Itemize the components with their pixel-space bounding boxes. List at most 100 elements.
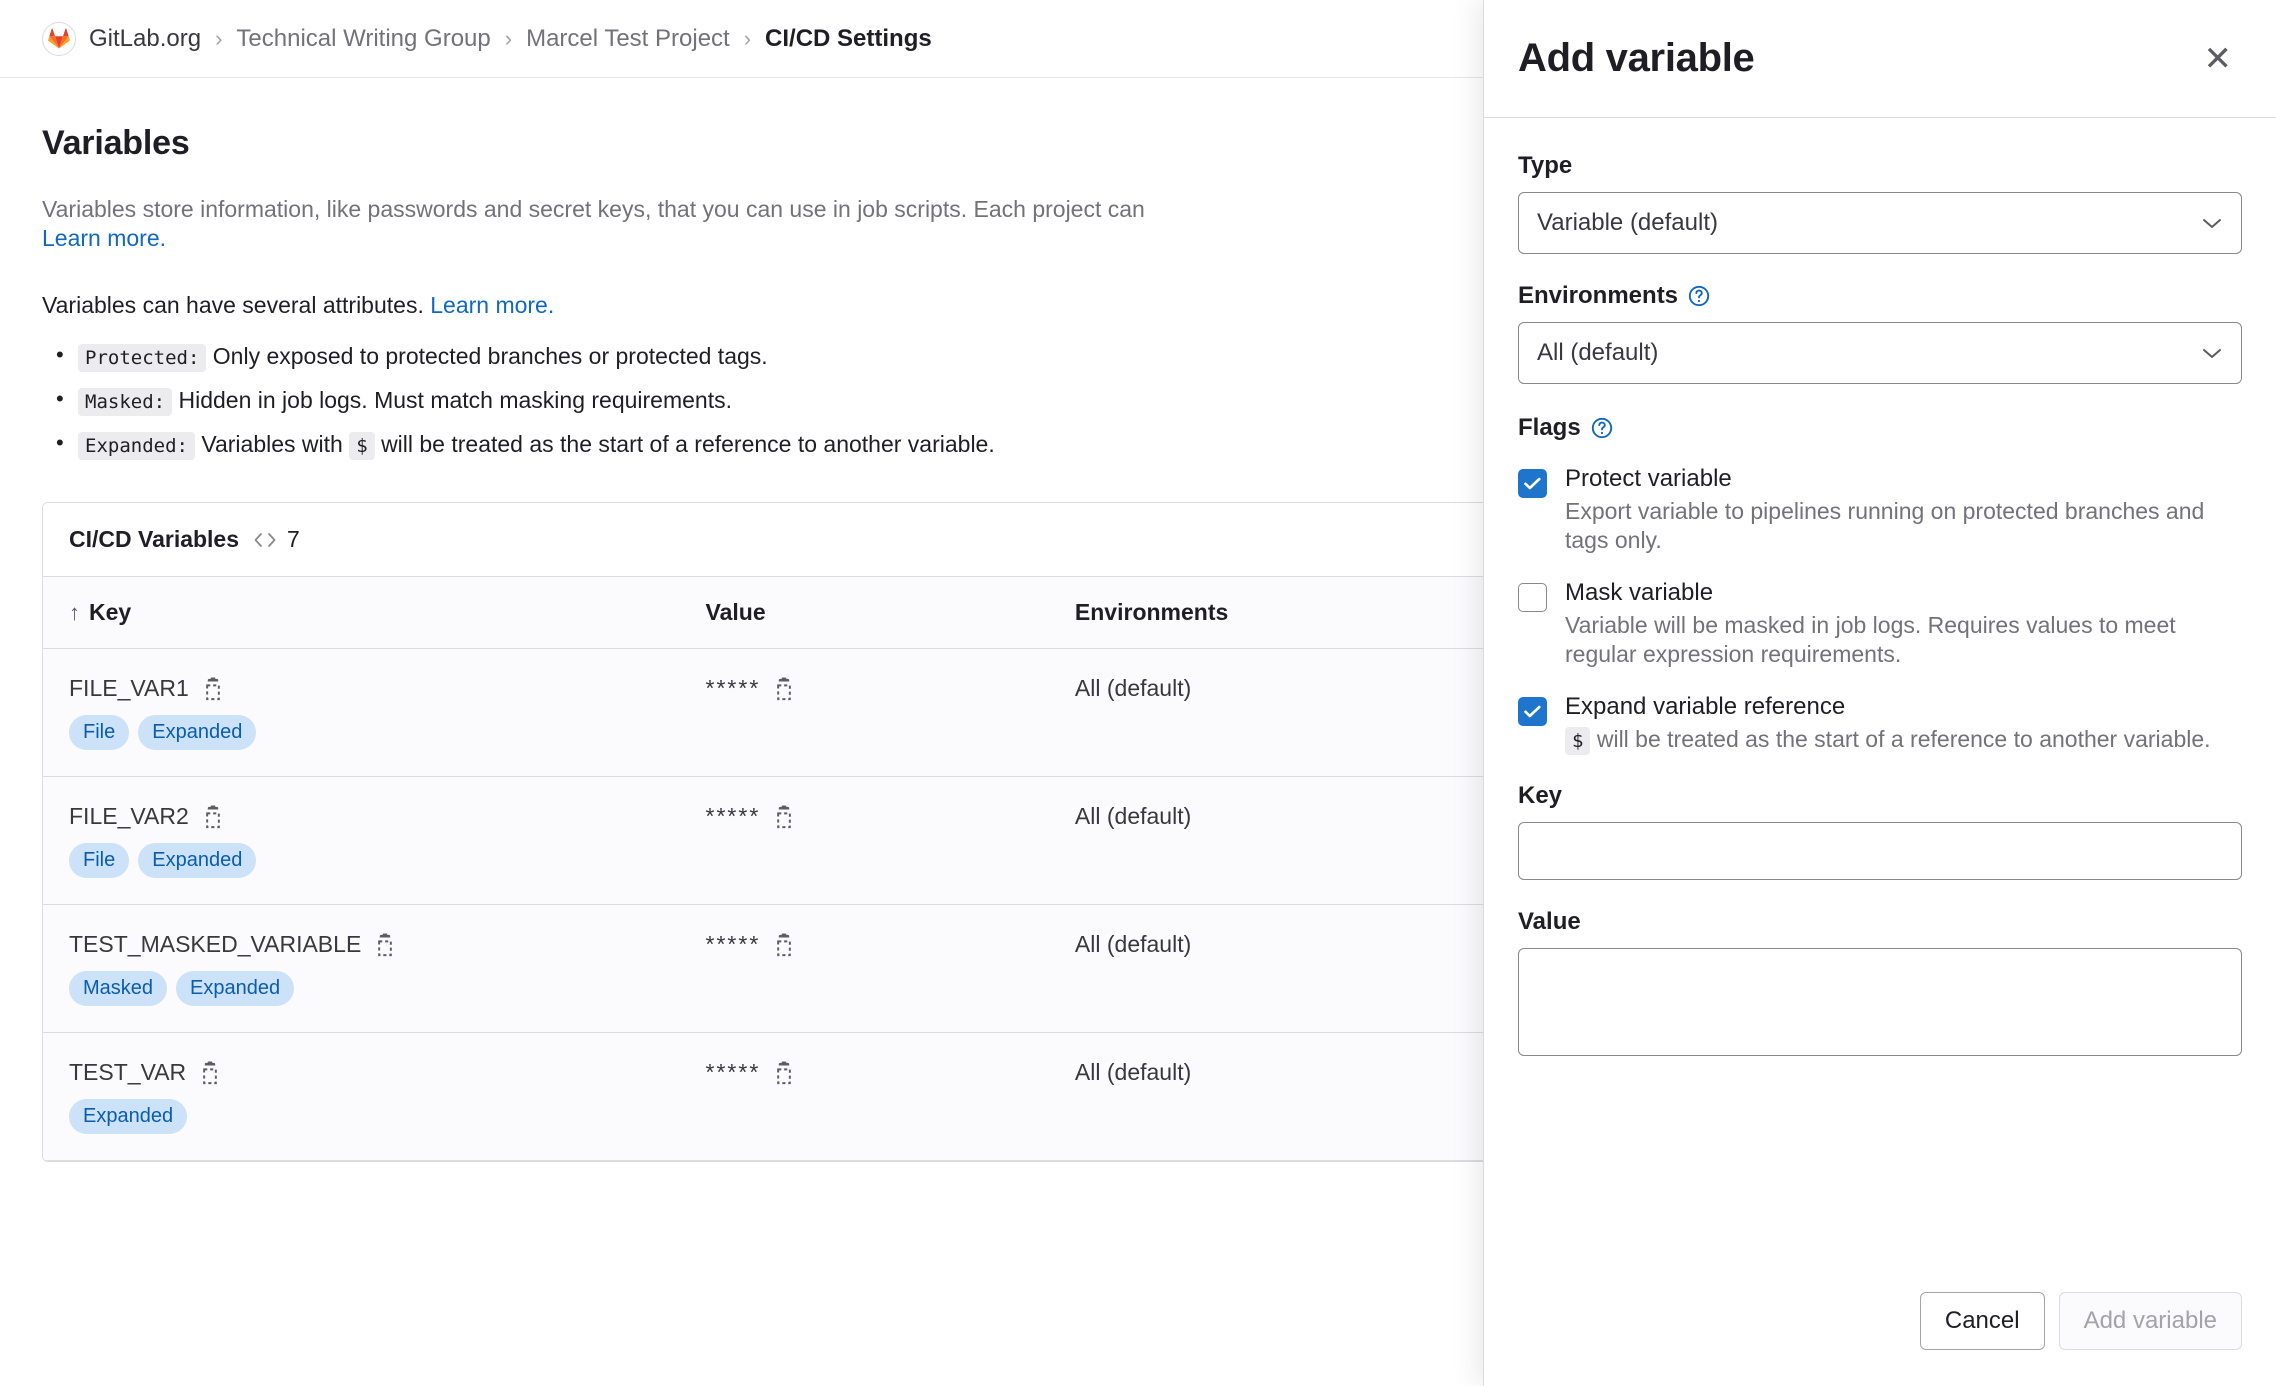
column-header-value: Value bbox=[679, 577, 1049, 650]
expanded-description-post: will be treated as the start of a refere… bbox=[381, 430, 995, 457]
variables-intro-learn-more-link[interactable]: Learn more. bbox=[42, 225, 166, 251]
variable-environment: All (default) bbox=[1074, 675, 1192, 702]
mask-variable-checkbox[interactable] bbox=[1518, 582, 1547, 612]
cell-environment: All (default) bbox=[1048, 904, 1527, 1034]
mask-variable-label: Mask variable bbox=[1565, 578, 1714, 606]
masked-description: Hidden in job logs. Must match masking r… bbox=[178, 386, 732, 413]
breadcrumb-separator: › bbox=[215, 25, 223, 51]
cell-key: FILE_VAR2 File Expanded bbox=[43, 776, 680, 906]
help-circle-icon[interactable] bbox=[1590, 416, 1614, 440]
copy-value-icon[interactable] bbox=[772, 932, 796, 958]
cicd-variables-title: CI/CD Variables bbox=[69, 526, 240, 553]
expand-variable-reference-description: $ will be treated as the start of a refe… bbox=[1565, 725, 2211, 755]
breadcrumb-item-technical-writing-group[interactable]: Technical Writing Group bbox=[236, 25, 490, 53]
breadcrumb-item-cicd-settings: CI/CD Settings bbox=[765, 24, 932, 52]
variables-intro: Variables store information, like passwo… bbox=[42, 195, 1522, 254]
cell-environment: All (default) bbox=[1048, 648, 1527, 778]
drawer-body: Type Variable (default) Environments All… bbox=[1484, 118, 2276, 1266]
add-variable-drawer: Add variable ✕ Type Variable (default) E… bbox=[1483, 0, 2276, 1386]
key-label: Key bbox=[1518, 782, 2242, 810]
sort-ascending-icon: ↑ bbox=[69, 600, 80, 626]
column-header-environments: Environments bbox=[1048, 577, 1527, 650]
copy-value-icon[interactable] bbox=[772, 1060, 796, 1086]
badge-masked: Masked bbox=[69, 971, 168, 1007]
badge-file: File bbox=[69, 715, 130, 751]
breadcrumb-item-marcel-test-project[interactable]: Marcel Test Project bbox=[526, 25, 730, 53]
app-root: GitLab.org › Technical Writing Group › M… bbox=[0, 0, 2276, 1386]
cell-value: ***** bbox=[679, 1032, 1049, 1162]
protected-code-chip: Protected: bbox=[78, 343, 207, 372]
copy-key-icon[interactable] bbox=[198, 1060, 222, 1086]
flag-expand-variable-reference[interactable]: Expand variable reference $ will be trea… bbox=[1518, 692, 2242, 755]
variable-badges: Masked Expanded bbox=[69, 971, 680, 1007]
drawer-footer: Cancel Add variable bbox=[1484, 1266, 2276, 1386]
value-textarea[interactable] bbox=[1518, 948, 2242, 1057]
chevron-down-icon bbox=[2201, 216, 2223, 230]
copy-key-icon[interactable] bbox=[201, 676, 225, 702]
badge-expanded: Expanded bbox=[69, 1099, 188, 1135]
badge-expanded: Expanded bbox=[138, 843, 257, 879]
flags-section: Flags Protect variable Export variable t… bbox=[1518, 414, 2242, 755]
cell-environment: All (default) bbox=[1048, 776, 1527, 906]
expand-variable-reference-checkbox[interactable] bbox=[1518, 696, 1547, 726]
variable-key: TEST_VAR bbox=[69, 1059, 187, 1086]
type-label-text: Type bbox=[1518, 152, 1573, 179]
variable-badges: File Expanded bbox=[69, 715, 680, 751]
cell-key: TEST_MASKED_VARIABLE Masked Expanded bbox=[43, 904, 680, 1034]
column-header-key[interactable]: ↑ Key bbox=[43, 577, 680, 650]
drawer-title: Add variable bbox=[1518, 36, 1755, 80]
protect-variable-description: Export variable to pipelines running on … bbox=[1565, 498, 2205, 554]
gitlab-logo-icon bbox=[42, 21, 76, 56]
environments-label-text: Environments bbox=[1518, 282, 1679, 309]
type-label: Type bbox=[1518, 152, 2242, 180]
variable-environment: All (default) bbox=[1074, 803, 1192, 830]
variable-value-masked: ***** bbox=[705, 803, 761, 830]
cicd-variables-count: 7 bbox=[287, 526, 300, 553]
type-select[interactable]: Variable (default) bbox=[1518, 192, 2242, 254]
copy-key-icon[interactable] bbox=[373, 932, 397, 958]
dollar-code-chip: $ bbox=[1565, 726, 1591, 755]
expand-variable-reference-label: Expand variable reference bbox=[1565, 692, 1846, 720]
variables-intro-text: Variables store information, like passwo… bbox=[42, 196, 1145, 222]
flag-protect-variable[interactable]: Protect variable Export variable to pipe… bbox=[1518, 464, 2242, 556]
variable-environment: All (default) bbox=[1074, 1059, 1192, 1086]
value-label: Value bbox=[1518, 908, 2242, 936]
breadcrumb-item-gitlab-org[interactable]: GitLab.org bbox=[89, 25, 201, 53]
variable-key: TEST_MASKED_VARIABLE bbox=[69, 931, 362, 958]
key-input[interactable] bbox=[1518, 822, 2242, 881]
environments-label: Environments bbox=[1518, 282, 2242, 310]
expanded-code-chip: Expanded: bbox=[78, 431, 195, 460]
key-label-text: Key bbox=[1518, 782, 1563, 810]
variable-value-masked: ***** bbox=[705, 675, 761, 702]
flags-label-text: Flags bbox=[1518, 414, 1581, 441]
help-circle-icon[interactable] bbox=[1687, 284, 1711, 308]
mask-variable-description: Variable will be masked in job logs. Req… bbox=[1565, 611, 2176, 668]
variables-attributes-learn-more-link[interactable]: Learn more. bbox=[430, 292, 554, 318]
badge-expanded: Expanded bbox=[176, 971, 295, 1007]
environments-select[interactable]: All (default) bbox=[1518, 322, 2242, 384]
cancel-button[interactable]: Cancel bbox=[1919, 1292, 2045, 1350]
flag-mask-variable[interactable]: Mask variable Variable will be masked in… bbox=[1518, 578, 2242, 670]
expand-variable-reference-description-text: will be treated as the start of a refere… bbox=[1596, 725, 2211, 752]
variable-key: FILE_VAR1 bbox=[69, 675, 189, 702]
value-label-text: Value bbox=[1518, 908, 1581, 936]
close-icon[interactable]: ✕ bbox=[2194, 36, 2243, 82]
protected-description: Only exposed to protected branches or pr… bbox=[212, 342, 768, 369]
drawer-header: Add variable ✕ bbox=[1484, 0, 2276, 118]
chevron-down-icon bbox=[2201, 346, 2223, 360]
cell-environment: All (default) bbox=[1048, 1032, 1527, 1162]
copy-value-icon[interactable] bbox=[772, 676, 796, 702]
protect-variable-checkbox[interactable] bbox=[1518, 469, 1547, 498]
add-variable-button[interactable]: Add variable bbox=[2058, 1292, 2242, 1350]
variable-badges: File Expanded bbox=[69, 843, 680, 879]
variable-key: FILE_VAR2 bbox=[69, 803, 189, 830]
cell-key: TEST_VAR Expanded bbox=[43, 1032, 680, 1162]
copy-value-icon[interactable] bbox=[772, 804, 796, 830]
flags-label: Flags bbox=[1518, 414, 2242, 442]
cell-value: ***** bbox=[679, 776, 1049, 906]
variable-environment: All (default) bbox=[1074, 931, 1192, 958]
code-brackets-icon bbox=[253, 530, 277, 550]
copy-key-icon[interactable] bbox=[201, 804, 225, 830]
protect-variable-label: Protect variable bbox=[1565, 465, 1732, 492]
cell-value: ***** bbox=[679, 648, 1049, 778]
